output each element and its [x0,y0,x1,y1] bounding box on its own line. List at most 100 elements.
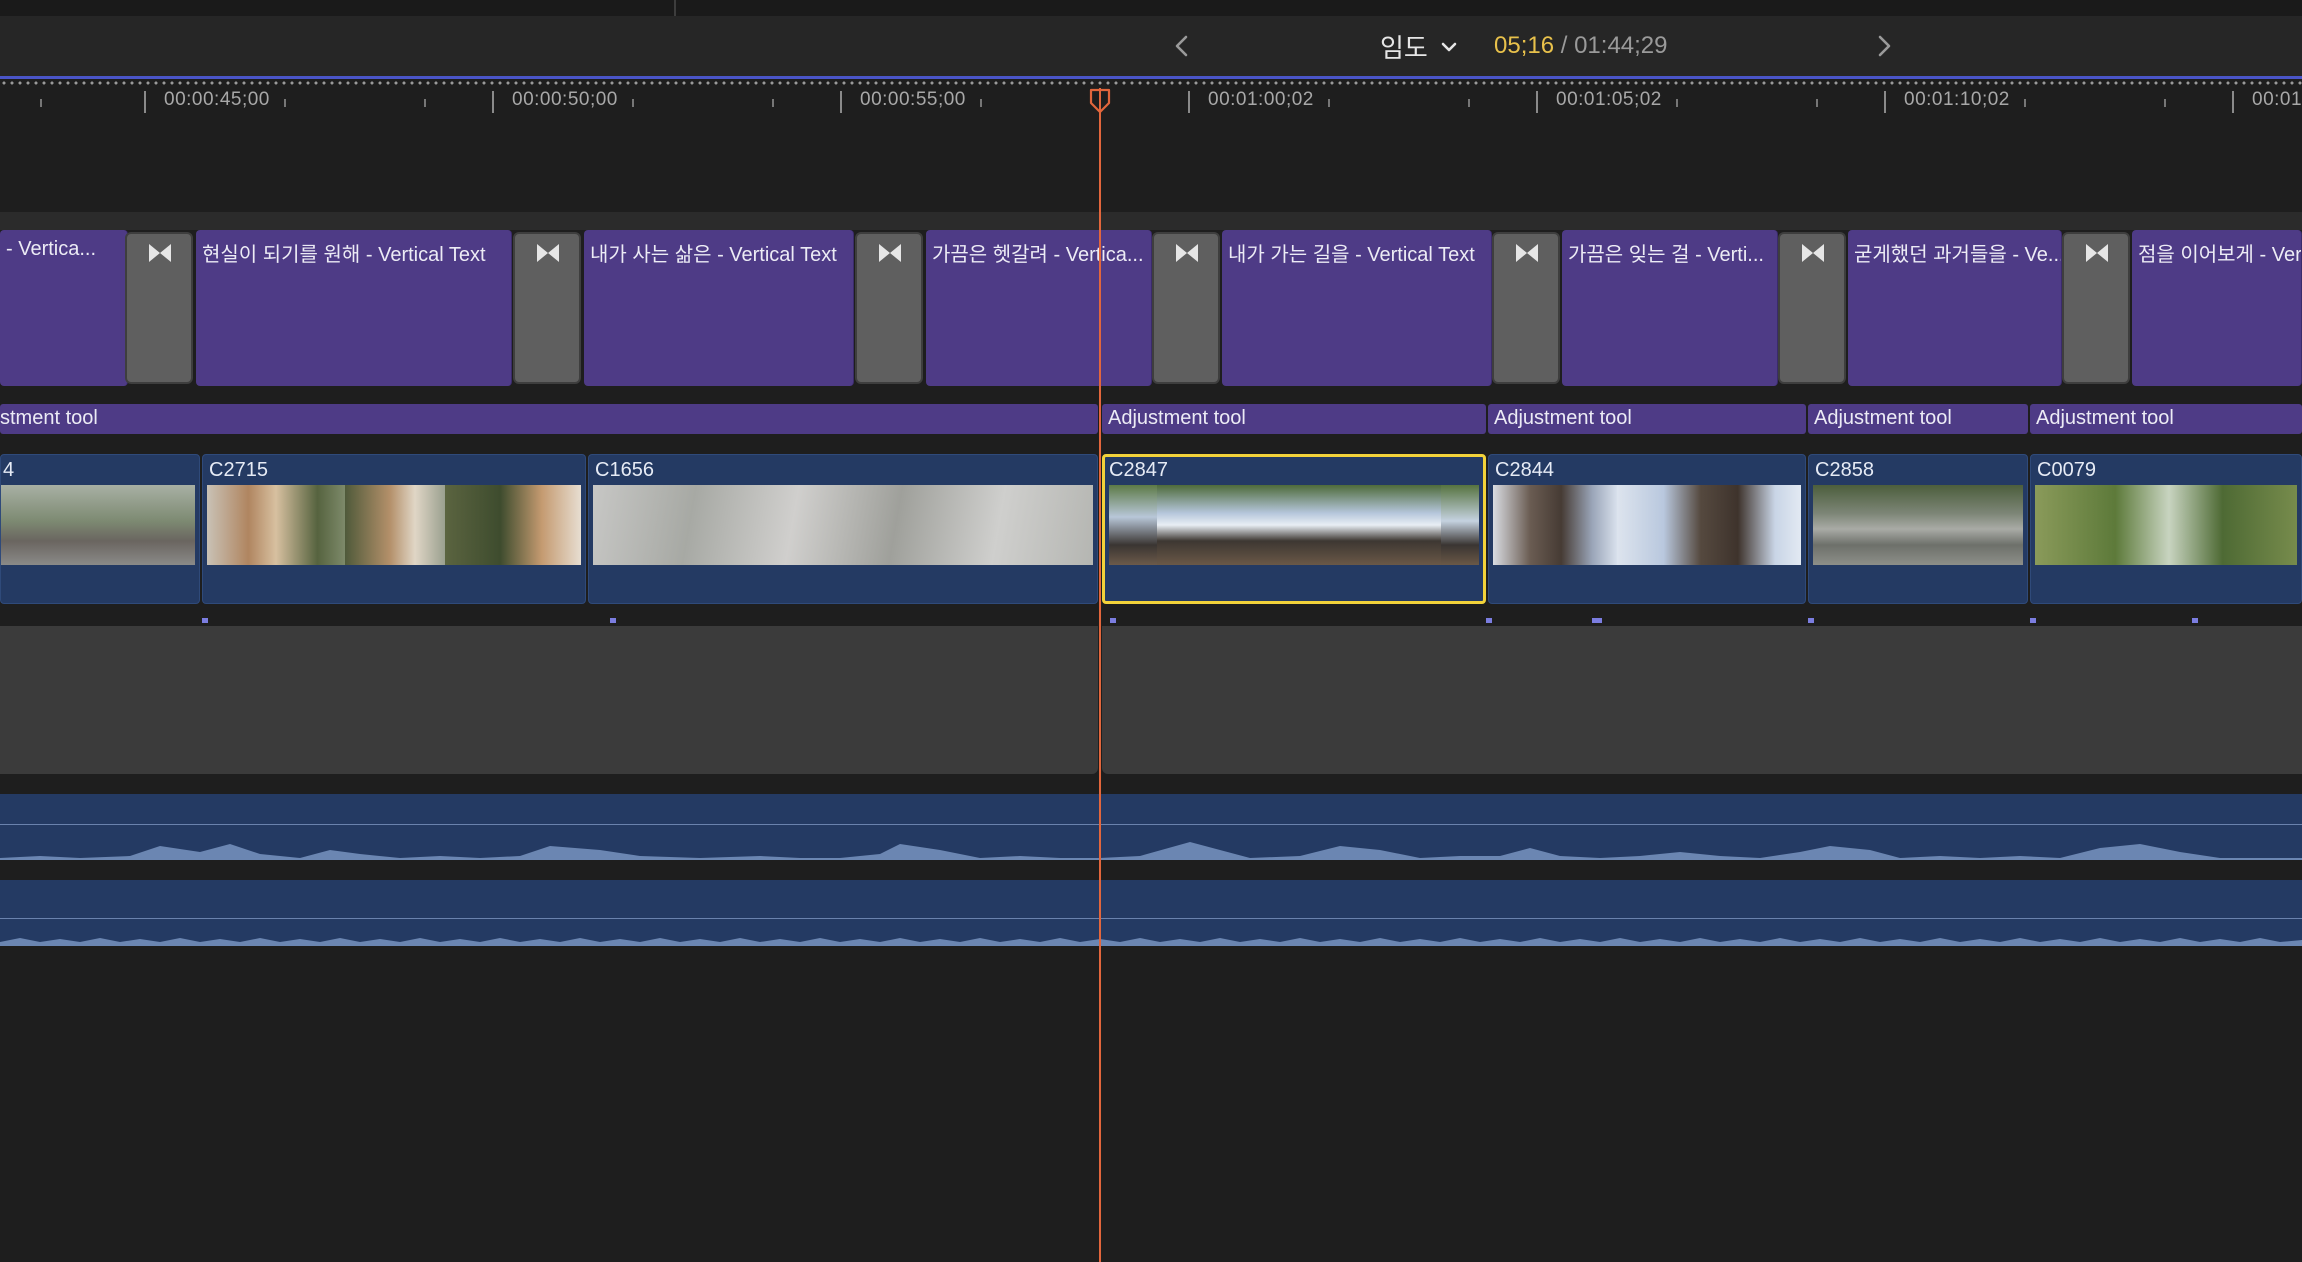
title-clip-label: 가끔은 잊는 걸 - Verti... [1568,244,1764,266]
bowtie-transition-icon [1516,244,1538,262]
title-clip[interactable]: 굳게했던 과거들을 - Ve... [1848,230,2062,386]
title-clip[interactable]: 가끔은 헷갈려 - Vertica... [926,230,1152,386]
bowtie-transition-icon [2086,244,2108,262]
playhead-handle-icon[interactable] [1089,88,1111,114]
cross-dissolve-transition[interactable] [1492,232,1560,384]
thumbnail [207,485,345,565]
video-clip[interactable]: C2858 [1808,454,2028,604]
filmstrip [1,485,195,565]
chevron-down-icon [1441,42,1457,51]
previous-project-button[interactable] [1164,28,1200,64]
video-clip-selected[interactable]: C2847 [1102,454,1486,604]
timecode-current: 05;16 [1494,32,1555,59]
lane-separator [0,212,2302,230]
thumbnail [1299,485,1441,565]
clip-marker[interactable] [202,618,208,623]
adjustment-clip[interactable]: Adjustment tool [1808,404,2028,434]
clip-marker[interactable] [2192,618,2198,623]
thumbnail [1493,485,1617,565]
timecode-separator: / [1554,32,1575,59]
thumbnail [1109,485,1157,565]
clip-marker[interactable] [1486,618,1492,623]
chevron-right-icon [1878,35,1891,57]
minor-tick [1328,99,1330,107]
ruler-label: 00:01: [2252,89,2302,110]
ruler-label: 00:00:55;00 [860,89,966,110]
thumbnail [1813,485,2023,565]
minor-tick [424,99,426,107]
ruler-tick [840,91,842,113]
clip-marker[interactable] [1592,618,1602,623]
video-clip-name: C0079 [2037,459,2096,481]
thumbnail [345,485,445,565]
title-clip[interactable]: 점을 이어보게 - Vertical Text [2132,230,2302,386]
thumbnail [1,485,195,565]
pane-divider[interactable] [674,0,676,16]
adjustment-clip[interactable]: Adjustment tool [1102,404,1486,434]
cross-dissolve-transition[interactable] [513,232,581,384]
video-clip[interactable]: C1656 [588,454,1098,604]
bowtie-transition-icon [879,244,901,262]
video-clip-name: C2847 [1109,459,1168,481]
video-clip-name: C2858 [1815,459,1874,481]
filmstrip [1813,485,2023,565]
video-clip-name: 4 [3,459,15,481]
bowtie-transition-icon [149,244,171,262]
title-clip[interactable]: 내가 가는 길을 - Vertical Text [1222,230,1492,386]
background-audio-track[interactable] [0,880,2302,946]
clip-marker[interactable] [610,618,616,623]
cross-dissolve-transition[interactable] [125,232,193,384]
video-clip[interactable]: C0079 [2030,454,2302,604]
thumbnail [1441,485,1479,565]
cross-dissolve-transition[interactable] [2062,232,2130,384]
cross-dissolve-transition[interactable] [855,232,923,384]
clip-marker[interactable] [1808,618,1814,623]
adjustment-clip-label: Adjustment tool [1108,407,1246,429]
ruler-tick [144,91,146,113]
ruler-label: 00:01:00;02 [1208,89,1314,110]
video-clip[interactable]: C2715 [202,454,586,604]
title-clip[interactable]: 가끔은 잊는 걸 - Verti... [1562,230,1778,386]
title-clip[interactable]: 현실이 되기를 원해 - Vertical Text [196,230,512,386]
video-clip-name: C2715 [209,459,268,481]
title-clip-label: 내가 가는 길을 - Vertical Text [1228,244,1475,266]
title-clip-label: 가끔은 헷갈려 - Vertica... [932,244,1144,266]
ruler-tick [1536,91,1538,113]
video-clip[interactable]: 4 [0,454,200,604]
adjustment-clip[interactable]: stment tool [0,404,1098,434]
cross-dissolve-transition[interactable] [1778,232,1846,384]
project-name-dropdown[interactable]: 임도 [1380,28,1460,65]
title-clip-label: 현실이 되기를 원해 - Vertical Text [202,244,486,266]
cross-dissolve-transition[interactable] [1152,232,1220,384]
ruler-label: 00:00:45;00 [164,89,270,110]
adjustment-clip-label: Adjustment tool [1494,407,1632,429]
timeline-ruler[interactable]: 00:00:45;00 00:00:50;00 00:00:55;00 00:0… [0,79,2302,119]
minor-tick [40,99,42,107]
clip-marker[interactable] [2030,618,2036,623]
playhead-line[interactable] [1099,88,1101,1262]
adjustment-clip-label: Adjustment tool [2036,407,2174,429]
thumbnail [445,485,581,565]
ruler-label: 00:00:50;00 [512,89,618,110]
thumbnail [2035,485,2297,565]
music-audio-track[interactable] [0,794,2302,860]
ruler-tick [1188,91,1190,113]
minor-tick [632,99,634,107]
video-clip-name: C2844 [1495,459,1554,481]
audio-waveform [0,842,2302,860]
title-clip[interactable]: 내가 사는 삶은 - Vertical Text [584,230,854,386]
ruler-tick [2232,91,2234,113]
clip-marker[interactable] [1110,618,1116,623]
filmstrip [207,485,581,565]
timeline-window: 임도 05;16 / 01:44;29 00:00:45;00 00:00:50… [0,0,2302,1262]
ruler-dotted-line [0,81,2302,85]
bowtie-transition-icon [537,244,559,262]
ruler-tick [1884,91,1886,113]
title-clip[interactable]: - Vertica... [0,230,128,386]
adjustment-clip[interactable]: Adjustment tool [2030,404,2302,434]
adjustment-clip[interactable]: Adjustment tool [1488,404,1806,434]
empty-storyline-area [0,626,1098,774]
video-clip[interactable]: C2844 [1488,454,1806,604]
thumbnail [1617,485,1801,565]
next-project-button[interactable] [1866,28,1902,64]
